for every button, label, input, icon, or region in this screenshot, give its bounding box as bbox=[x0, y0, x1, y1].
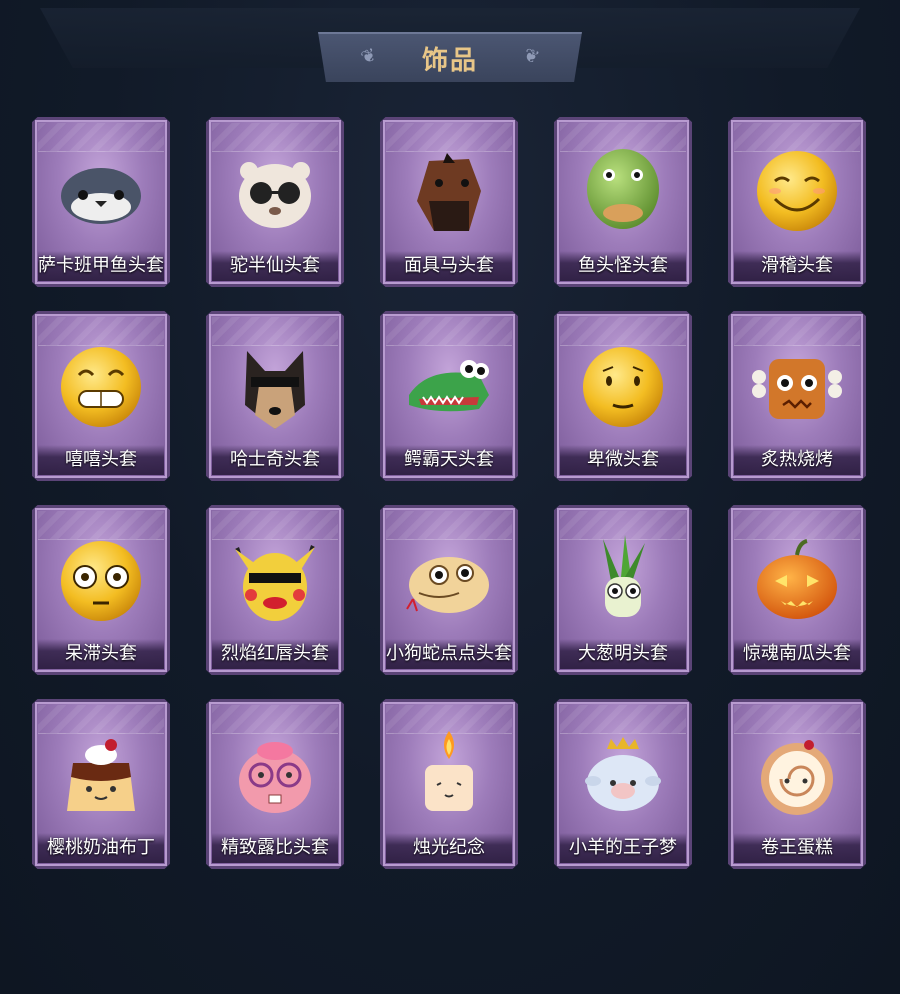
item-name: 呆滞头套 bbox=[38, 639, 164, 669]
funny-face-mask-icon bbox=[747, 141, 847, 241]
item-name: 樱桃奶油布丁 bbox=[38, 833, 164, 863]
item-card[interactable]: 大葱明头套 bbox=[554, 505, 692, 675]
item-card[interactable]: 呆滞头套 bbox=[32, 505, 170, 675]
item-name: 烛光纪念 bbox=[386, 833, 512, 863]
horse-mask-icon bbox=[399, 141, 499, 241]
pumpkin-mask-icon bbox=[747, 529, 847, 629]
item-card[interactable]: 滑稽头套 bbox=[728, 117, 866, 287]
item-card[interactable]: 哈士奇头套 bbox=[206, 311, 344, 481]
item-card[interactable]: 樱桃奶油布丁 bbox=[32, 699, 170, 869]
item-card[interactable]: 嘻嘻头套 bbox=[32, 311, 170, 481]
item-name: 哈士奇头套 bbox=[212, 445, 338, 475]
item-name: 小羊的王子梦 bbox=[560, 833, 686, 863]
item-name: 嘻嘻头套 bbox=[38, 445, 164, 475]
item-card[interactable]: 鱼头怪头套 bbox=[554, 117, 692, 287]
title-banner: ❦ ❦ 饰品 bbox=[318, 32, 582, 82]
fish-head-mask-icon bbox=[573, 141, 673, 241]
bbq-meat-mask-icon bbox=[747, 335, 847, 435]
item-name: 炙热烧烤 bbox=[734, 445, 860, 475]
item-card[interactable]: 萨卡班甲鱼头套 bbox=[32, 117, 170, 287]
item-name: 滑稽头套 bbox=[734, 251, 860, 281]
item-card[interactable]: 小羊的王子梦 bbox=[554, 699, 692, 869]
page-title: 饰品 bbox=[421, 46, 478, 76]
item-card[interactable]: 惊魂南瓜头套 bbox=[728, 505, 866, 675]
humble-face-mask-icon bbox=[573, 335, 673, 435]
item-name: 鱼头怪头套 bbox=[560, 251, 686, 281]
item-name: 萨卡班甲鱼头套 bbox=[38, 251, 164, 281]
item-card[interactable]: 面具马头套 bbox=[380, 117, 518, 287]
item-card[interactable]: 小狗蛇点点头套 bbox=[380, 505, 518, 675]
alpaca-sunglasses-mask-icon bbox=[225, 141, 325, 241]
accessories-page: ❦ ❦ 饰品 萨卡班甲鱼头套 驼半仙头套 面具马头套 鱼头怪头套 滑稽头套嘻嘻头套 哈士奇… bbox=[0, 0, 900, 994]
crocodile-mask-icon bbox=[399, 335, 499, 435]
item-name: 卑微头套 bbox=[560, 445, 686, 475]
grin-face-mask-icon bbox=[51, 335, 151, 435]
item-name: 惊魂南瓜头套 bbox=[734, 639, 860, 669]
fish-mask-icon bbox=[51, 141, 151, 241]
item-name: 鳄霸天头套 bbox=[386, 445, 512, 475]
item-name: 面具马头套 bbox=[386, 251, 512, 281]
sheep-prince-mask-icon bbox=[573, 723, 673, 823]
item-card[interactable]: 驼半仙头套 bbox=[206, 117, 344, 287]
item-name: 驼半仙头套 bbox=[212, 251, 338, 281]
cherry-pudding-mask-icon bbox=[51, 723, 151, 823]
item-name: 烈焰红唇头套 bbox=[212, 639, 338, 669]
item-card[interactable]: 卷王蛋糕 bbox=[728, 699, 866, 869]
dazed-face-mask-icon bbox=[51, 529, 151, 629]
pikachu-lips-mask-icon bbox=[225, 529, 325, 629]
item-card[interactable]: 炙热烧烤 bbox=[728, 311, 866, 481]
item-card[interactable]: 烛光纪念 bbox=[380, 699, 518, 869]
item-name: 小狗蛇点点头套 bbox=[386, 639, 512, 669]
scallion-mask-icon bbox=[573, 529, 673, 629]
item-card[interactable]: 精致露比头套 bbox=[206, 699, 344, 869]
item-card[interactable]: 卑微头套 bbox=[554, 311, 692, 481]
roll-cake-mask-icon bbox=[747, 723, 847, 823]
item-name: 精致露比头套 bbox=[212, 833, 338, 863]
husky-mask-icon bbox=[225, 335, 325, 435]
item-card[interactable]: 鳄霸天头套 bbox=[380, 311, 518, 481]
ruby-beaver-mask-icon bbox=[225, 723, 325, 823]
item-name: 卷王蛋糕 bbox=[734, 833, 860, 863]
candle-mask-icon bbox=[399, 723, 499, 823]
snake-mask-icon bbox=[399, 529, 499, 629]
item-card[interactable]: 烈焰红唇头套 bbox=[206, 505, 344, 675]
item-name: 大葱明头套 bbox=[560, 639, 686, 669]
